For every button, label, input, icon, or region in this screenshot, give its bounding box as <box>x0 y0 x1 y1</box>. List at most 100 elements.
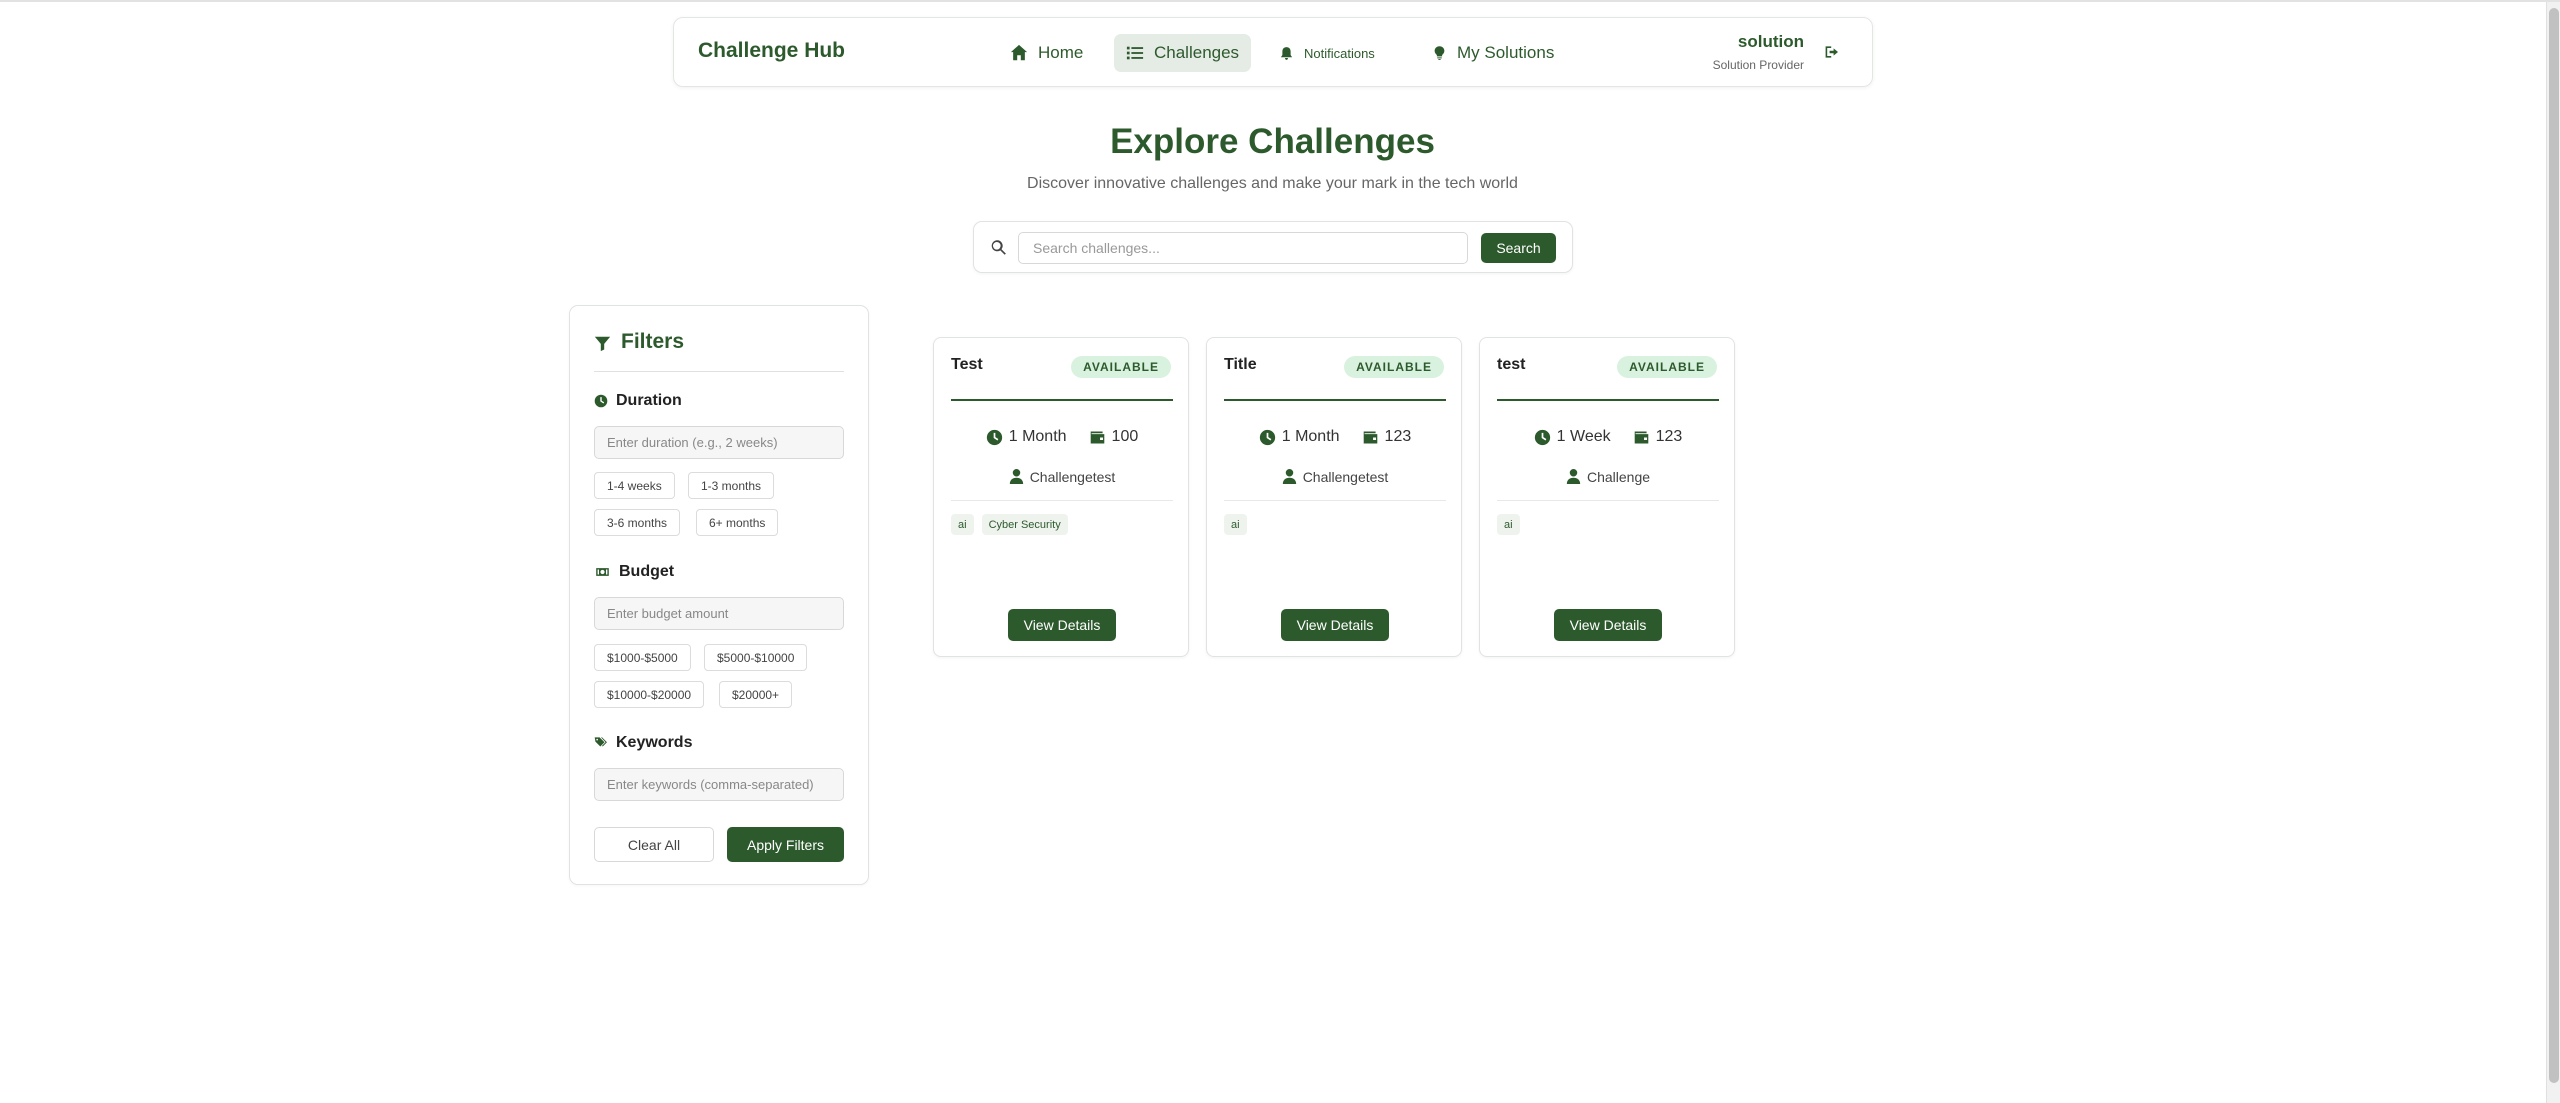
status-badge: AVAILABLE <box>1071 356 1171 378</box>
duration-meta: 1 Month <box>1259 428 1340 446</box>
clock-icon <box>986 429 1002 445</box>
search-button[interactable]: Search <box>1481 233 1556 263</box>
budget-chip[interactable]: $20000+ <box>719 681 793 708</box>
nav-item-challenges[interactable]: Challenges <box>1114 34 1252 72</box>
nav-item-my-solutions[interactable]: My Solutions <box>1420 34 1566 72</box>
tag: ai <box>1497 514 1520 535</box>
budget-meta: 123 <box>1633 428 1683 446</box>
status-badge: AVAILABLE <box>1344 356 1444 378</box>
challenge-meta: 1 Month 123 <box>1207 428 1463 446</box>
scrollbar-thumb[interactable] <box>2549 8 2559 1083</box>
brand-logo[interactable]: Challenge Hub <box>698 39 845 63</box>
tag-list: ai <box>1497 514 1520 535</box>
page-subtitle: Discover innovative challenges and make … <box>1027 175 1518 192</box>
budget-chip[interactable]: $10000-$20000 <box>594 681 705 708</box>
keywords-label: Keywords <box>616 734 693 751</box>
budget-value: 100 <box>1111 428 1139 445</box>
logout-button[interactable] <box>1824 44 1842 62</box>
filters-title: Filters <box>621 330 685 353</box>
duration-value: 1 Month <box>1008 428 1067 445</box>
author-name: Challengetest <box>1029 468 1116 485</box>
money-icon <box>596 568 609 576</box>
challenge-meta: 1 Month 100 <box>934 428 1190 446</box>
duration-chip[interactable]: 6+ months <box>696 509 779 536</box>
user-icon <box>1566 469 1581 484</box>
card-divider-accent <box>1497 399 1719 401</box>
page-title: Explore Challenges <box>1110 122 1435 161</box>
clock-icon <box>594 394 608 408</box>
tag: ai <box>951 514 974 535</box>
budget-input[interactable] <box>594 597 844 630</box>
bell-icon <box>1280 46 1293 60</box>
search-bar: Search <box>973 221 1573 273</box>
challenge-author: Challengetest <box>934 468 1190 485</box>
challenge-card: test AVAILABLE 1 Week 123 Challenge ai V… <box>1479 337 1735 657</box>
status-badge: AVAILABLE <box>1617 356 1717 378</box>
nav-item-label: My Solutions <box>1457 43 1555 62</box>
budget-meta: 100 <box>1089 428 1139 446</box>
duration-heading: Duration <box>594 392 682 410</box>
challenge-title: test <box>1497 356 1526 373</box>
view-details-button[interactable]: View Details <box>1281 609 1389 641</box>
apply-filters-button[interactable]: Apply Filters <box>727 827 844 862</box>
user-info: solution Solution Provider <box>1713 32 1804 72</box>
card-divider <box>1497 500 1719 501</box>
tag: ai <box>1224 514 1247 535</box>
author-name: Challenge <box>1586 468 1651 485</box>
home-icon <box>1010 44 1028 61</box>
challenge-card: Test AVAILABLE 1 Month 100 Challengetest… <box>933 337 1189 657</box>
wallet-icon <box>1363 431 1377 443</box>
challenge-author: Challenge <box>1480 468 1736 485</box>
user-name: solution <box>1737 32 1804 51</box>
navbar: Challenge Hub Home Challenges Notificati… <box>673 17 1873 87</box>
nav-item-label: Home <box>1038 43 1084 62</box>
view-details-button[interactable]: View Details <box>1554 609 1662 641</box>
tag-list: ai <box>1224 514 1247 535</box>
view-details-button[interactable]: View Details <box>1008 609 1116 641</box>
nav-item-notifications[interactable]: Notifications <box>1267 34 1387 72</box>
duration-label: Duration <box>616 392 682 409</box>
user-role: Solution Provider <box>1712 58 1804 72</box>
user-icon <box>1282 469 1296 484</box>
duration-value: 1 Month <box>1281 428 1340 445</box>
list-icon <box>1126 46 1144 60</box>
logout-icon <box>1825 46 1838 58</box>
card-divider <box>1224 500 1446 501</box>
duration-input[interactable] <box>594 426 844 459</box>
tag-list: ai Cyber Security <box>951 514 1068 535</box>
duration-value: 1 Week <box>1556 428 1611 445</box>
filter-icon <box>594 336 611 352</box>
wallet-icon <box>1634 431 1648 443</box>
lightbulb-icon <box>1434 46 1445 60</box>
budget-chip[interactable]: $5000-$10000 <box>704 644 808 671</box>
challenge-title: Title <box>1224 356 1257 373</box>
budget-value: 123 <box>1655 428 1683 445</box>
search-icon <box>990 239 1008 257</box>
budget-heading: Budget <box>594 563 674 581</box>
nav-item-label: Challenges <box>1154 43 1240 62</box>
clock-icon <box>1534 429 1550 445</box>
card-divider <box>951 500 1173 501</box>
duration-chip[interactable]: 3-6 months <box>594 509 681 536</box>
budget-chip[interactable]: $1000-$5000 <box>594 644 691 671</box>
duration-meta: 1 Week <box>1534 428 1611 446</box>
keywords-input[interactable] <box>594 768 844 801</box>
keywords-heading: Keywords <box>594 734 692 752</box>
tag: Cyber Security <box>981 514 1068 535</box>
budget-label: Budget <box>619 563 675 580</box>
tags-icon <box>594 737 607 747</box>
vertical-scrollbar[interactable] <box>2546 2 2560 1103</box>
nav-item-home[interactable]: Home <box>998 34 1095 72</box>
challenge-meta: 1 Week 123 <box>1480 428 1736 446</box>
author-name: Challengetest <box>1302 468 1389 485</box>
clear-all-button[interactable]: Clear All <box>594 827 714 862</box>
user-icon <box>1009 469 1023 484</box>
filters-header: Filters <box>594 330 844 372</box>
card-divider-accent <box>1224 399 1446 401</box>
duration-chip[interactable]: 1-4 weeks <box>594 472 675 499</box>
top-border <box>0 0 2560 2</box>
filters-panel: Filters Duration 1-4 weeks 1-3 months 3-… <box>569 305 869 885</box>
duration-meta: 1 Month <box>986 428 1067 446</box>
duration-chip[interactable]: 1-3 months <box>688 472 775 499</box>
search-input[interactable] <box>1018 232 1468 264</box>
